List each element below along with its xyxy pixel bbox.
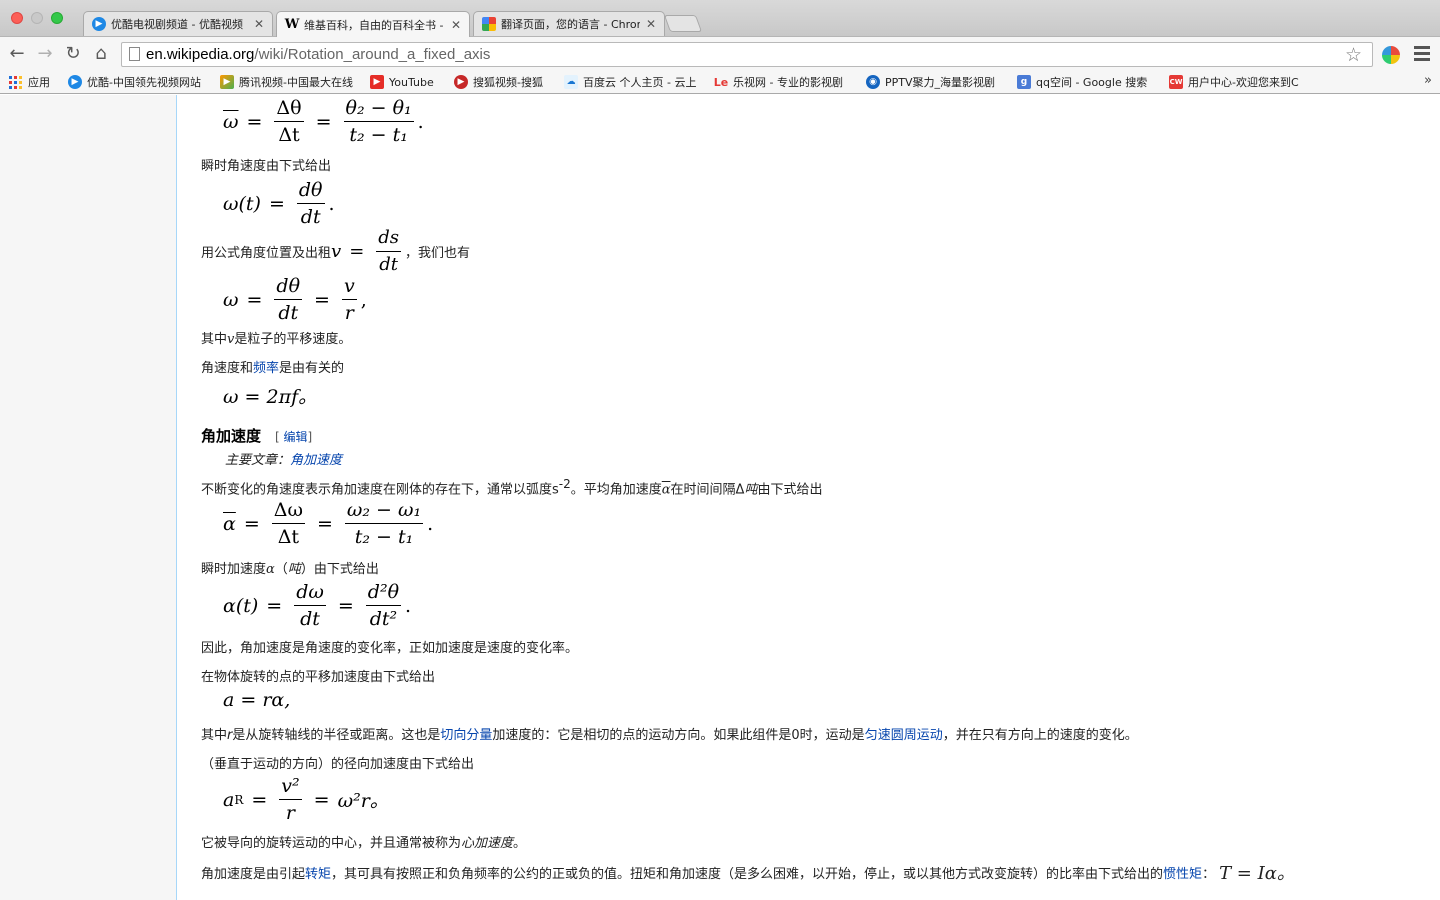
moment-of-inertia-link[interactable]: 惯性矩 [1163, 863, 1202, 882]
tab-strip: ▶ 优酷电视剧频道 - 优酷视频 ✕ W 维基百科，自由的百科全书 - ✕ 翻译… [0, 0, 1440, 37]
frequency-link[interactable]: 频率 [253, 361, 279, 376]
hatnote: 主要文章：角加速度 [225, 453, 343, 468]
reload-icon[interactable]: ↻ [62, 43, 84, 65]
bookmark-tencent[interactable]: ▶ 腾讯视频-中国最大在线 [220, 74, 358, 90]
youku-icon: ▶ [92, 17, 106, 31]
uniform-circular-motion-link[interactable]: 匀速圆周运动 [865, 728, 943, 743]
equation-a-r-alpha: a = rα, [223, 689, 291, 711]
close-tab-icon[interactable]: ✕ [644, 17, 658, 31]
tab-wikipedia[interactable]: W 维基百科，自由的百科全书 - ✕ [276, 11, 470, 37]
equation-omega-f: ω = 2πf。 [223, 386, 318, 408]
equation-average-alpha: α = Δω Δt = ω₂ − ω₁ t₂ − t₁ . [223, 499, 434, 548]
bookmark-youtube[interactable]: ▶ YouTube [370, 74, 434, 90]
bookmark-sohu[interactable]: ▶ 搜狐视频-搜狐 [454, 74, 543, 90]
main-article-link[interactable]: 角加速度 [290, 453, 342, 468]
section-heading-angular-acceleration: 角加速度 [ 编辑] [201, 425, 312, 446]
tab-youku[interactable]: ▶ 优酷电视剧频道 - 优酷视频 ✕ [83, 11, 273, 36]
baidu-cloud-icon: ☁ [564, 75, 578, 89]
v-definition-text: 其中v是粒子的平移速度。 [201, 332, 352, 347]
google-icon: g [1017, 75, 1031, 89]
page-viewport: ω = Δθ Δt = θ₂ − θ₁ t₂ − t₁ . 瞬时角速度由下式给出 ω(… [0, 95, 1440, 900]
minimize-window-button[interactable] [31, 12, 43, 24]
section-title: 角加速度 [201, 427, 262, 445]
bookmark-qq-google[interactable]: g qq空间 - Google 搜索 [1017, 74, 1147, 90]
pptv-icon: ◉ [866, 75, 880, 89]
bookmark-label: 应用 [28, 76, 50, 89]
bookmark-label: 优酷-中国领先视频网站 [87, 76, 201, 89]
browser-toolbar: ← → ↻ ⌂ en.wikipedia.org/wiki/Rotation_a… [0, 36, 1440, 70]
formula-paragraph: 用公式角度位置及出租 v = ds dt ，我们也有 [201, 227, 471, 275]
equation-omega-t: ω(t) = dθ dt . [223, 179, 335, 228]
tab-title: 翻译页面，您的语言 - Chrom [501, 18, 640, 31]
bookmark-pptv[interactable]: ◉ PPTV聚力_海量影视剧 [866, 74, 1000, 90]
cw-icon: CW [1169, 75, 1183, 89]
edit-section: [ 编辑] [275, 430, 313, 444]
centripetal-text: 它被导向的旋转运动的中心，并且通常被称为心加速度。 [201, 836, 527, 851]
tab-translate[interactable]: 翻译页面，您的语言 - Chrom ✕ [473, 11, 665, 36]
maximize-window-button[interactable] [51, 12, 63, 24]
bookmark-label: YouTube [389, 75, 434, 89]
close-tab-icon[interactable]: ✕ [252, 17, 266, 31]
bookmark-letv[interactable]: Le 乐视网 - 专业的影视剧 [714, 74, 848, 90]
bookmark-label: 搜狐视频-搜狐 [473, 76, 543, 89]
therefore-text: 因此，角加速度是角速度的变化率，正如加速度是速度的变化率。 [201, 641, 579, 656]
youku-icon: ▶ [68, 75, 82, 89]
equation-centripetal: a R = v² r = ω²r。 [223, 775, 389, 824]
bookmark-label: 用户中心-欢迎您来到C [1188, 76, 1299, 89]
extension-icon[interactable] [1382, 46, 1400, 64]
equation-omega-v: ω = dθ dt = vr , [223, 275, 367, 324]
apps-icon [9, 75, 22, 89]
radius-definition-text: 其中r是从旋转轴线的半径或距离。这也是切向分量加速度的：它是相切的点的运动方向。… [201, 728, 1138, 743]
bookmark-youku[interactable]: ▶ 优酷-中国领先视频网站 [68, 74, 208, 90]
address-bar[interactable]: en.wikipedia.org/wiki/Rotation_around_a_… [121, 42, 1373, 67]
torque-text: 角加速度是由引起 转矩 ，其可具有按照正和负角频率的公约的正或负的值。扭矩和角加速度… [201, 863, 1295, 884]
torque-link[interactable]: 转矩 [305, 863, 331, 882]
url-host: en.wikipedia.org [146, 46, 255, 63]
wikipedia-icon: W [284, 17, 300, 32]
equation-average-omega: ω = Δθ Δt = θ₂ − θ₁ t₂ − t₁ . [223, 97, 424, 146]
edit-link[interactable]: 编辑 [284, 430, 308, 444]
instant-omega-text: 瞬时角速度由下式给出 [201, 159, 332, 174]
close-tab-icon[interactable]: ✕ [449, 18, 463, 32]
bookmark-label: 乐视网 - 专业的影视剧 [733, 76, 843, 89]
bookmark-label: 百度云 个人主页 - 云上 [583, 76, 697, 89]
youtube-icon: ▶ [370, 75, 384, 89]
letv-icon: Le [714, 75, 729, 89]
bookmark-cw[interactable]: CW 用户中心-欢迎您来到C [1169, 74, 1305, 90]
bookmark-apps[interactable]: 应用 [9, 74, 50, 90]
wiki-sidebar [0, 95, 177, 900]
back-icon[interactable]: ← [6, 43, 28, 65]
acceleration-intro-text: 不断变化的角速度表示角加速度在刚体的存在下，通常以弧度s-2。平均角加速度α在时… [201, 477, 823, 498]
url-path: /wiki/Rotation_around_a_fixed_axis [254, 46, 491, 63]
bookmarks-bar: 应用 ▶ 优酷-中国领先视频网站 ▶ 腾讯视频-中国最大在线 ▶ YouTube… [0, 70, 1440, 94]
google-translate-icon [482, 17, 496, 31]
home-icon[interactable]: ⌂ [90, 43, 112, 65]
radial-text: （垂直于运动的方向）的径向加速度由下式给出 [201, 757, 475, 772]
bookmark-star-icon[interactable]: ☆ [1345, 44, 1362, 67]
bookmark-baidu-cloud[interactable]: ☁ 百度云 个人主页 - 云上 [564, 74, 698, 90]
tab-title: 优酷电视剧频道 - 优酷视频 [111, 18, 243, 31]
tangential-component-link[interactable]: 切向分量 [440, 728, 492, 743]
tencent-video-icon: ▶ [220, 75, 234, 89]
bookmark-label: 腾讯视频-中国最大在线 [239, 76, 353, 89]
equation-alpha-t: α(t) = dω dt = d²θ dt² . [223, 581, 412, 630]
close-window-button[interactable] [11, 12, 23, 24]
forward-icon[interactable]: → [34, 43, 56, 65]
tab-title: 维基百科，自由的百科全书 - [304, 18, 444, 32]
frequency-text: 角速度和频率是由有关的 [201, 361, 345, 376]
sohu-icon: ▶ [454, 75, 468, 89]
menu-icon[interactable] [1414, 46, 1430, 62]
bookmarks-overflow-icon[interactable]: » [1424, 73, 1432, 88]
instant-alpha-text: 瞬时加速度α（吨）由下式给出 [201, 562, 379, 577]
page-icon [129, 47, 140, 61]
bookmark-label: qq空间 - Google 搜索 [1036, 76, 1148, 89]
tangential-text: 在物体旋转的点的平移加速度由下式给出 [201, 670, 436, 685]
new-tab-button[interactable] [663, 15, 703, 32]
bookmark-label: PPTV聚力_海量影视剧 [885, 76, 996, 89]
